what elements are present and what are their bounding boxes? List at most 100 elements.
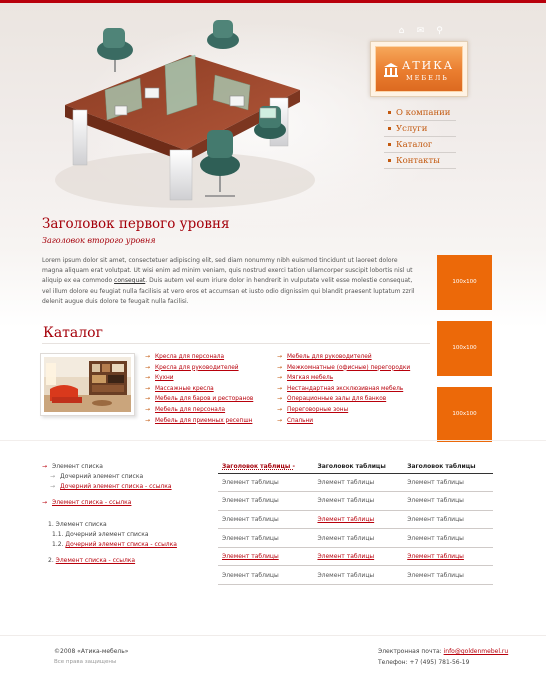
placeholder-box: 100x100 bbox=[437, 255, 492, 310]
nav-item-about[interactable]: О компании bbox=[384, 105, 456, 121]
list-item-link[interactable]: Дочерний элемент списка - ссылка bbox=[65, 541, 177, 548]
nav-bullet-icon bbox=[388, 143, 391, 146]
table-header-cell[interactable]: Заголовок таблицы - bbox=[218, 460, 314, 474]
table-row: Элемент таблицы Элемент таблицы Элемент … bbox=[218, 510, 493, 530]
nav-item-services[interactable]: Услуги bbox=[384, 121, 456, 137]
catalog-link[interactable]: Мебель для персонала bbox=[155, 407, 225, 413]
catalog-link[interactable]: Кухни bbox=[155, 375, 174, 381]
section-divider bbox=[0, 440, 546, 441]
table-cell-link[interactable]: Элемент таблицы bbox=[222, 553, 279, 560]
arrow-icon: → bbox=[50, 473, 56, 480]
lead-link[interactable]: consequat bbox=[114, 277, 145, 284]
list-item-child: 1.1. Дочерний элемент списка bbox=[42, 530, 192, 540]
list-number: 1.1. bbox=[52, 531, 64, 538]
logo-title: АТИКА bbox=[402, 59, 455, 72]
list-item-child: 1.2. Дочерний элемент списка - ссылка bbox=[42, 540, 192, 550]
arrow-icon: → bbox=[277, 363, 283, 371]
email-label: Электронная почта: bbox=[378, 648, 444, 655]
arrow-icon: → bbox=[145, 353, 151, 360]
table-cell: Элемент таблицы bbox=[313, 547, 404, 567]
catalog-item: → Массажные кресла bbox=[145, 384, 253, 395]
list-item-link[interactable]: Дочерний элемент списка - ссылка bbox=[60, 483, 172, 490]
list-item-link[interactable]: Элемент списка - ссылка bbox=[52, 499, 131, 506]
catalog-link[interactable]: Массажные кресла bbox=[155, 386, 214, 392]
ordered-list: 1. Элемент списка 1.1. Дочерний элемент … bbox=[42, 520, 192, 566]
table-header-row: Заголовок таблицы - Заголовок таблицы За… bbox=[218, 460, 493, 474]
arrow-icon: → bbox=[145, 395, 151, 403]
arrow-icon: → bbox=[50, 483, 56, 490]
main-nav: О компании Услуги Каталог Контакты bbox=[384, 105, 456, 169]
catalog-link[interactable]: Кресла для руководителей bbox=[155, 365, 239, 371]
nav-item-label: Каталог bbox=[396, 140, 433, 150]
top-icons: ⌂ ✉ ⚲ bbox=[396, 26, 448, 38]
nav-item-catalog[interactable]: Каталог bbox=[384, 137, 456, 153]
table-cell-link[interactable]: Элемент таблицы bbox=[407, 553, 464, 560]
table-cell: Элемент таблицы bbox=[403, 528, 493, 548]
page-title: Заголовок первого уровня bbox=[42, 216, 230, 232]
office-furniture-image bbox=[55, 20, 315, 208]
home-icon[interactable]: ⌂ bbox=[396, 26, 407, 37]
lead-paragraph: Lorem ipsum dolor sit amet, consectetuer… bbox=[42, 256, 420, 307]
catalog-item: → Операционные залы для банков bbox=[277, 394, 410, 405]
email-link[interactable]: info@goldenmebel.ru bbox=[444, 648, 509, 655]
list-item-child: → Дочерний элемент списка - ссылка bbox=[42, 482, 192, 492]
table-cell-link[interactable]: Элемент таблицы bbox=[317, 553, 374, 560]
page: ⌂ ✉ ⚲ АТИКА МЕБЕЛЬ О компании Услуги Кат… bbox=[0, 0, 546, 700]
mail-icon[interactable]: ✉ bbox=[415, 26, 426, 37]
arrow-icon: → bbox=[277, 374, 283, 382]
list-item-link[interactable]: Элемент списка - ссылка bbox=[56, 557, 135, 564]
arrow-icon: → bbox=[145, 363, 151, 371]
catalog-link[interactable]: Мебель для баров и ресторанов bbox=[155, 396, 253, 402]
logo[interactable]: АТИКА МЕБЕЛЬ bbox=[370, 41, 468, 97]
catalog-title: Каталог bbox=[43, 325, 103, 341]
arrow-icon: → bbox=[145, 416, 151, 424]
catalog-item: → Нестандартная эксклюзивная мебель bbox=[277, 384, 410, 395]
catalog-list-left: → Кресла для персонала → Кресла для руково… bbox=[145, 352, 253, 426]
table-header-link[interactable]: Заголовок таблицы - bbox=[222, 463, 295, 470]
table-row: Элемент таблицы Элемент таблицы Элемент … bbox=[218, 547, 493, 567]
list-item-text: Дочерний элемент списка bbox=[65, 531, 149, 538]
catalog-link[interactable]: Спальни bbox=[287, 418, 313, 424]
table-cell: Элемент таблицы bbox=[218, 565, 314, 586]
search-icon[interactable]: ⚲ bbox=[434, 26, 445, 37]
catalog-link[interactable]: Мебель для приемных ресепшн bbox=[155, 418, 252, 424]
table-cell: Элемент таблицы bbox=[313, 528, 404, 548]
nav-item-label: Услуги bbox=[396, 124, 428, 134]
table-row: Элемент таблицы Элемент таблицы Элемент … bbox=[218, 473, 493, 493]
arrow-icon: → bbox=[277, 384, 283, 392]
nav-item-contacts[interactable]: Контакты bbox=[384, 153, 456, 169]
catalog-link[interactable]: Мебель для руководителей bbox=[287, 354, 372, 360]
table-cell: Элемент таблицы bbox=[313, 510, 404, 530]
catalog-link[interactable]: Мягкая мебель bbox=[287, 375, 333, 381]
table-cell: Элемент таблицы bbox=[403, 491, 493, 511]
list-item-text: Элемент списка bbox=[55, 521, 107, 528]
catalog-item: → Кресла для руководителей bbox=[145, 363, 253, 374]
logo-plate: АТИКА МЕБЕЛЬ bbox=[375, 46, 463, 92]
list-item: 1. Элемент списка bbox=[42, 520, 192, 530]
catalog-list-right: → Мебель для руководителей → Межкомнатные … bbox=[277, 352, 410, 426]
list-item: 2. Элемент списка - ссылка bbox=[42, 556, 192, 566]
logo-columns-icon bbox=[384, 63, 398, 77]
footer: ©2008 «Атика-мебель» Все права защищены … bbox=[0, 635, 546, 700]
table-row: Элемент таблицы Элемент таблицы Элемент … bbox=[218, 565, 493, 586]
nav-bullet-icon bbox=[388, 127, 391, 130]
copyright: ©2008 «Атика-мебель» bbox=[54, 648, 129, 655]
table-cell: Элемент таблицы bbox=[218, 510, 314, 530]
catalog-item: → Переговорные зоны bbox=[277, 405, 410, 416]
table-cell: Элемент таблицы bbox=[403, 547, 493, 567]
catalog-link[interactable]: Переговорные зоны bbox=[287, 407, 348, 413]
bulleted-list: → Элемент списка → Дочерний элемент списка… bbox=[42, 462, 192, 508]
catalog-item: → Мебель для руководителей bbox=[277, 352, 410, 363]
catalog-link[interactable]: Операционные залы для банков bbox=[287, 396, 386, 402]
page-subtitle: Заголовок второго уровня bbox=[42, 236, 156, 245]
catalog-link[interactable]: Кресла для персонала bbox=[155, 354, 224, 360]
catalog-divider bbox=[42, 343, 430, 344]
rights-note: Все права защищены bbox=[54, 659, 117, 665]
list-number: 1.2. bbox=[52, 541, 64, 548]
catalog-thumbnail[interactable] bbox=[40, 353, 135, 416]
table-cell: Элемент таблицы bbox=[403, 473, 493, 493]
catalog-link[interactable]: Межкомнатные (офисные) перегородки bbox=[287, 365, 410, 371]
data-table: Заголовок таблицы - Заголовок таблицы За… bbox=[218, 460, 493, 586]
table-cell-link[interactable]: Элемент таблицы bbox=[317, 516, 374, 523]
catalog-link[interactable]: Нестандартная эксклюзивная мебель bbox=[287, 386, 403, 392]
